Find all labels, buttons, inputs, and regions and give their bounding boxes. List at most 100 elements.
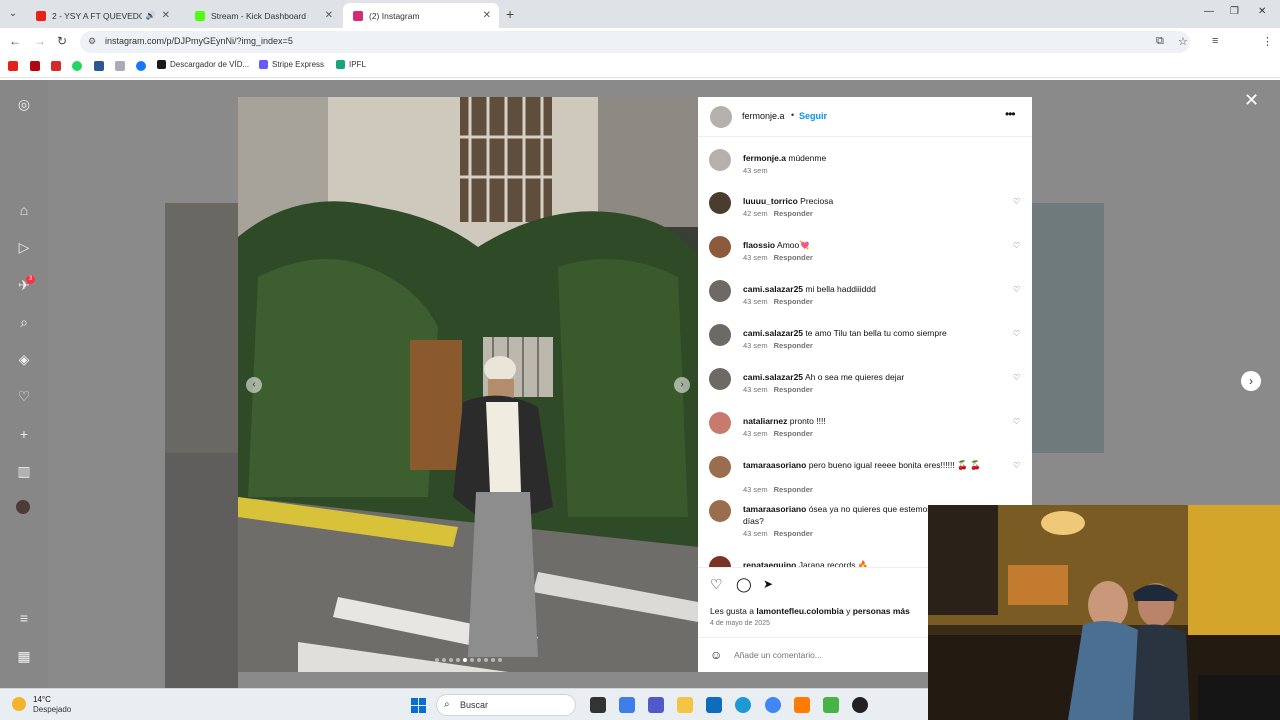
comment-like-heart-icon[interactable]: ♡	[1013, 197, 1020, 206]
commenter-username[interactable]: cami.salazar25	[743, 328, 803, 338]
comment-icon[interactable]: ◯	[736, 576, 752, 593]
reply-button[interactable]: Responder	[774, 429, 813, 438]
search-icon[interactable]: ⌕	[16, 314, 32, 330]
commenter-avatar[interactable]	[709, 280, 731, 302]
weather-temp[interactable]: 14°C	[33, 695, 51, 704]
back-button[interactable]: ←	[9, 34, 21, 48]
commenter-username[interactable]: flaossio	[743, 240, 775, 250]
comment-time[interactable]: 43 sem	[743, 297, 768, 306]
commenter-username[interactable]: fermonje.a	[743, 153, 786, 163]
outlook-icon[interactable]	[706, 697, 722, 713]
comment-time[interactable]: 42 sem	[743, 209, 768, 218]
notifications-heart-icon[interactable]: ♡	[16, 388, 32, 404]
commenter-username[interactable]: luuuu_torrico	[743, 196, 798, 206]
likes-others[interactable]: personas más	[853, 606, 910, 616]
tab-kick[interactable]: Stream - Kick Dashboard ✕	[185, 3, 341, 28]
comments-list[interactable]: fermonje.a múdenme 43 sem luuuu_torrico Pr…	[698, 137, 1032, 567]
weather-icon[interactable]	[12, 697, 26, 711]
browser-menu-icon[interactable]: ⋮	[1262, 35, 1273, 48]
restore-button[interactable]: ❐	[1230, 6, 1239, 17]
reload-button[interactable]: ↻	[57, 34, 67, 48]
teams-icon[interactable]	[648, 697, 664, 713]
close-icon[interactable]: ✕	[1244, 90, 1259, 111]
commenter-username[interactable]: cami.salazar25	[743, 372, 803, 382]
commenter-avatar[interactable]	[709, 368, 731, 390]
commenter-avatar[interactable]	[709, 412, 731, 434]
comment-like-heart-icon[interactable]: ♡	[1013, 373, 1020, 382]
comment-like-heart-icon[interactable]: ♡	[1013, 461, 1020, 470]
commenter-avatar[interactable]	[709, 500, 731, 522]
commenter-avatar[interactable]	[709, 236, 731, 258]
whatsapp-bookmark-icon[interactable]	[72, 61, 82, 71]
swirl-bookmark-icon[interactable]	[115, 61, 125, 71]
windows-start-icon[interactable]	[411, 698, 426, 713]
task-view-icon[interactable]	[590, 697, 606, 713]
reply-button[interactable]: Responder	[774, 385, 813, 394]
weather-desc[interactable]: Despejado	[33, 705, 71, 714]
comment-like-heart-icon[interactable]: ♡	[1013, 285, 1020, 294]
commenter-avatar[interactable]	[709, 456, 731, 478]
reading-list-icon[interactable]: ≡	[1212, 35, 1218, 47]
commenter-avatar[interactable]	[709, 149, 731, 171]
app-green-icon[interactable]	[823, 697, 839, 713]
tab-instagram[interactable]: (2) Instagram ✕	[343, 3, 499, 28]
comment-time[interactable]: 43 sem	[743, 529, 768, 538]
commenter-avatar[interactable]	[709, 192, 731, 214]
illustrator-icon[interactable]	[794, 697, 810, 713]
dashboard-icon[interactable]: ▥	[16, 463, 32, 479]
grid-bookmark-icon[interactable]	[94, 61, 104, 71]
more-menu-icon[interactable]: ≡	[16, 610, 32, 626]
comment-like-heart-icon[interactable]: ♡	[1013, 241, 1020, 250]
tab-search-icon[interactable]: ⌄	[6, 7, 20, 21]
share-icon[interactable]: ➤	[763, 577, 773, 591]
bookmark-ipfl[interactable]: IPFL	[336, 60, 366, 69]
reply-button[interactable]: Responder	[774, 253, 813, 262]
forward-button[interactable]: →	[34, 34, 46, 48]
window-close-button[interactable]: ✕	[1258, 6, 1266, 17]
comment-time[interactable]: 43 sem	[743, 253, 768, 262]
reply-button[interactable]: Responder	[774, 529, 813, 538]
tab-youtube[interactable]: 2 - YSY A FT QUEVEDO - LL 🔊 ✕	[26, 3, 178, 28]
commenter-username[interactable]: cami.salazar25	[743, 284, 803, 294]
follow-button[interactable]: Seguir	[799, 111, 827, 121]
reply-button[interactable]: Responder	[774, 485, 813, 494]
comment-time[interactable]: 43 sem	[743, 166, 768, 175]
minimize-button[interactable]: —	[1204, 6, 1214, 17]
new-tab-button[interactable]: +	[506, 6, 514, 22]
post-date[interactable]: 4 de mayo de 2025	[710, 620, 770, 627]
tab-close-icon[interactable]: ✕	[162, 10, 170, 21]
install-app-icon[interactable]: ⧉	[1156, 35, 1164, 48]
comment-time[interactable]: 43 sem	[743, 485, 768, 494]
reply-button[interactable]: Responder	[774, 297, 813, 306]
tab-close-icon[interactable]: ✕	[325, 10, 333, 21]
create-icon[interactable]: +	[16, 426, 32, 442]
bookmark-downloader[interactable]: Descargador de VÍD...	[157, 60, 249, 69]
tab-close-icon[interactable]: ✕	[483, 10, 491, 21]
taskbar-search[interactable]: ⌕ Buscar	[436, 694, 576, 716]
author-username[interactable]: fermonje.a	[742, 111, 785, 121]
edge-icon[interactable]	[735, 697, 751, 713]
commenter-username[interactable]: tamaraasoriano	[743, 460, 806, 470]
comment-time[interactable]: 43 sem	[743, 385, 768, 394]
next-post-button[interactable]: ›	[1241, 371, 1261, 391]
bookmark-stripe[interactable]: Stripe Express	[259, 60, 324, 69]
a-bookmark-icon[interactable]	[51, 61, 61, 71]
netflix-bookmark-icon[interactable]	[30, 61, 40, 71]
likes-user[interactable]: lamontefleu.colombia	[756, 606, 843, 616]
play-bookmark-icon[interactable]	[136, 61, 146, 71]
site-info-icon[interactable]: ⚙	[88, 36, 96, 47]
profile-avatar-icon[interactable]	[16, 500, 30, 514]
commenter-avatar[interactable]	[709, 556, 731, 567]
threads-icon[interactable]: ▦	[16, 648, 32, 664]
bookmark-star-icon[interactable]: ☆	[1178, 35, 1188, 48]
address-bar[interactable]: ⚙ instagram.com/p/DJPmyGEynNi/?img_index…	[80, 31, 1190, 53]
image-prev-button[interactable]: ‹	[246, 377, 262, 393]
commenter-username[interactable]: tamaraasoriano	[743, 504, 806, 514]
commenter-avatar[interactable]	[709, 324, 731, 346]
copilot-icon[interactable]	[619, 697, 635, 713]
file-explorer-icon[interactable]	[677, 697, 693, 713]
post-image[interactable]: ‹ ›	[238, 97, 698, 672]
commenter-username[interactable]: nataliarnez	[743, 416, 787, 426]
comment-like-heart-icon[interactable]: ♡	[1013, 329, 1020, 338]
app-dark-icon[interactable]	[852, 697, 868, 713]
